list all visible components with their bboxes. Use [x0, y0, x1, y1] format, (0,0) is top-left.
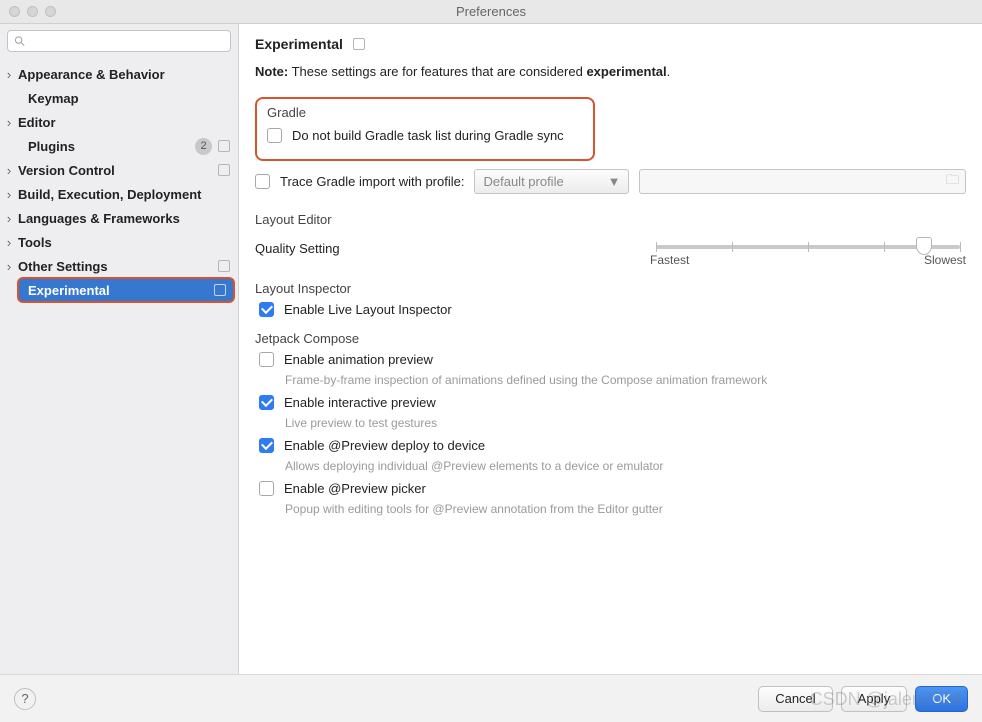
sidebar-item-label: Tools: [18, 235, 230, 250]
note-body: These settings are for features that are…: [288, 64, 586, 79]
sidebar-item-version-control[interactable]: ›Version Control: [0, 158, 238, 182]
project-settings-icon: [218, 140, 230, 152]
search-icon: [14, 35, 25, 47]
quality-slider[interactable]: [656, 245, 960, 249]
titlebar: Preferences: [0, 0, 982, 24]
search-box[interactable]: [7, 30, 231, 52]
sidebar-item-label: Experimental: [28, 283, 211, 298]
chevron-right-icon: ›: [0, 67, 18, 82]
sidebar-nav: ›Appearance & BehaviorKeymap›EditorPlugi…: [0, 58, 238, 674]
sidebar-item-languages-frameworks[interactable]: ›Languages & Frameworks: [0, 206, 238, 230]
sidebar-item-plugins[interactable]: Plugins2: [0, 134, 238, 158]
sidebar-item-editor[interactable]: ›Editor: [0, 110, 238, 134]
sidebar: ›Appearance & BehaviorKeymap›EditorPlugi…: [0, 24, 239, 674]
sidebar-item-label: Keymap: [28, 91, 230, 106]
cancel-button-label: Cancel: [775, 691, 815, 706]
sidebar-item-label: Other Settings: [18, 259, 215, 274]
page-title: Experimental: [255, 36, 343, 52]
profile-path-input[interactable]: 🗀: [639, 169, 966, 194]
slider-thumb[interactable]: [916, 237, 932, 255]
gradle-no-task-list-checkbox[interactable]: [267, 128, 282, 143]
chevron-right-icon: ›: [0, 211, 18, 226]
ok-button-label: OK: [932, 691, 951, 706]
sidebar-item-label: Appearance & Behavior: [18, 67, 230, 82]
enable-animation-preview-label: Enable animation preview: [284, 352, 433, 367]
enable-preview-picker-label: Enable @Preview picker: [284, 481, 426, 496]
enable-live-inspector-label: Enable Live Layout Inspector: [284, 302, 452, 317]
chevron-right-icon: ›: [0, 259, 18, 274]
content-pane: Experimental Note: These settings are fo…: [239, 24, 982, 674]
enable-animation-preview-hint: Frame-by-frame inspection of animations …: [285, 373, 966, 387]
enable-preview-picker-hint: Popup with editing tools for @Preview an…: [285, 502, 966, 516]
slider-label-slowest: Slowest: [924, 253, 966, 267]
sidebar-item-tools[interactable]: ›Tools: [0, 230, 238, 254]
cancel-button[interactable]: Cancel: [758, 686, 832, 712]
ok-button[interactable]: OK: [915, 686, 968, 712]
jetpack-legend: Jetpack Compose: [255, 331, 966, 346]
sidebar-item-label: Version Control: [18, 163, 215, 178]
note-emph: experimental: [586, 64, 666, 79]
profile-select[interactable]: Default profile ▼: [474, 169, 629, 194]
gradle-legend: Gradle: [267, 105, 583, 120]
help-button[interactable]: ?: [14, 688, 36, 710]
project-settings-icon: [218, 260, 230, 272]
enable-preview-deploy-checkbox[interactable]: [259, 438, 274, 453]
sidebar-item-keymap[interactable]: Keymap: [0, 86, 238, 110]
chevron-right-icon: ›: [0, 235, 18, 250]
sidebar-item-label: Build, Execution, Deployment: [18, 187, 230, 202]
enable-interactive-preview-hint: Live preview to test gestures: [285, 416, 966, 430]
gradle-trace-label: Trace Gradle import with profile:: [280, 174, 464, 189]
window-title: Preferences: [0, 4, 982, 19]
chevron-right-icon: ›: [0, 115, 18, 130]
chevron-right-icon: ›: [0, 163, 18, 178]
folder-icon[interactable]: 🗀: [946, 171, 959, 193]
gradle-trace-checkbox[interactable]: [255, 174, 270, 189]
chevron-right-icon: ›: [0, 187, 18, 202]
enable-interactive-preview-label: Enable interactive preview: [284, 395, 436, 410]
quality-setting-label: Quality Setting: [255, 235, 650, 256]
apply-button-label: Apply: [858, 691, 891, 706]
sidebar-item-label: Editor: [18, 115, 230, 130]
note-prefix: Note:: [255, 64, 288, 79]
enable-live-inspector-checkbox[interactable]: [259, 302, 274, 317]
chevron-down-icon: ▼: [608, 174, 621, 189]
enable-interactive-preview-checkbox[interactable]: [259, 395, 274, 410]
plugins-badge: 2: [195, 138, 212, 155]
reset-icon[interactable]: [353, 38, 365, 50]
enable-preview-picker-checkbox[interactable]: [259, 481, 274, 496]
apply-button[interactable]: Apply: [841, 686, 908, 712]
project-settings-icon: [214, 284, 226, 296]
gradle-no-task-list-label: Do not build Gradle task list during Gra…: [292, 128, 564, 143]
note-suffix: .: [667, 64, 671, 79]
gradle-section-highlight: Gradle Do not build Gradle task list dur…: [255, 97, 595, 161]
footer: ? Cancel Apply OK: [0, 674, 982, 722]
enable-preview-deploy-label: Enable @Preview deploy to device: [284, 438, 485, 453]
sidebar-item-build-execution-deployment[interactable]: ›Build, Execution, Deployment: [0, 182, 238, 206]
sidebar-item-experimental[interactable]: Experimental: [18, 278, 234, 302]
layout-editor-legend: Layout Editor: [255, 212, 966, 227]
slider-label-fastest: Fastest: [650, 253, 689, 267]
layout-inspector-legend: Layout Inspector: [255, 281, 966, 296]
sidebar-item-appearance-behavior[interactable]: ›Appearance & Behavior: [0, 62, 238, 86]
search-input[interactable]: [29, 34, 224, 48]
sidebar-item-other-settings[interactable]: ›Other Settings: [0, 254, 238, 278]
project-settings-icon: [218, 164, 230, 176]
enable-preview-deploy-hint: Allows deploying individual @Preview ele…: [285, 459, 966, 473]
enable-animation-preview-checkbox[interactable]: [259, 352, 274, 367]
sidebar-item-label: Plugins: [28, 139, 195, 154]
note-text: Note: These settings are for features th…: [255, 64, 966, 79]
profile-select-value: Default profile: [483, 174, 563, 189]
sidebar-item-label: Languages & Frameworks: [18, 211, 230, 226]
